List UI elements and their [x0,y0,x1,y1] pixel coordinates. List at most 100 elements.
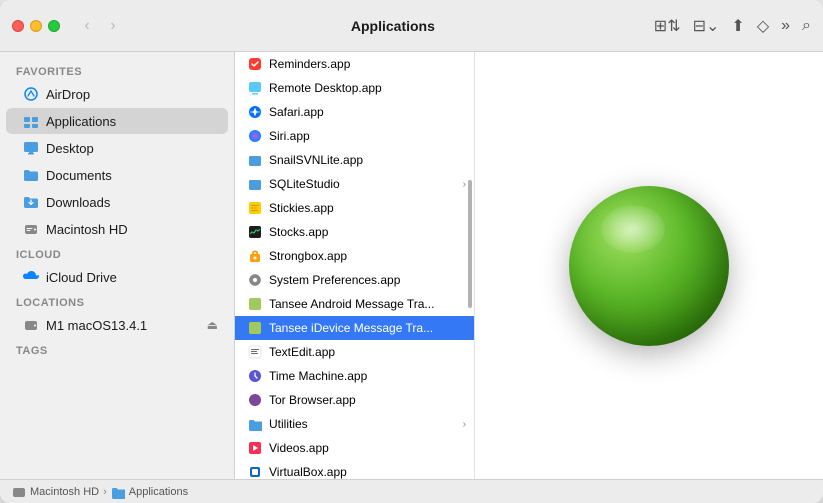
utilities-icon [247,416,263,432]
tansee-android-icon [247,296,263,312]
file-item-strongbox[interactable]: Strongbox.app [235,244,474,268]
sqlitestudio-label: SQLiteStudio [269,177,340,191]
zoom-button[interactable] [48,20,60,32]
file-item-utilities[interactable]: Utilities › [235,412,474,436]
scrollbar-thumb[interactable] [468,180,472,308]
more-icon[interactable]: » [781,17,790,35]
close-button[interactable] [12,20,24,32]
view-icon[interactable]: ⊞⇅ [654,16,681,36]
toolbar-actions: ⊞⇅ ⊟⌄ ⬆ ◇ » ⌕ [654,16,811,36]
file-item-stocks[interactable]: Stocks.app [235,220,474,244]
stickies-icon [247,200,263,216]
forward-button[interactable]: › [102,15,124,37]
file-item-system-preferences[interactable]: System Preferences.app [235,268,474,292]
share-icon[interactable]: ⬆ [731,16,744,36]
hd-icon [22,220,40,238]
documents-label: Documents [46,168,112,183]
eject-icon[interactable]: ⏏ [207,318,218,332]
tag-icon[interactable]: ◇ [757,16,769,36]
hd-bottom-icon [12,485,26,499]
file-item-sqlitestudio[interactable]: SQLiteStudio › [235,172,474,196]
breadcrumb-hd[interactable]: Macintosh HD [30,486,99,498]
sidebar-item-desktop[interactable]: Desktop [6,135,228,161]
downloads-icon [22,193,40,211]
sidebar-item-airdrop[interactable]: AirDrop [6,81,228,107]
traffic-lights [12,20,60,32]
minimize-button[interactable] [30,20,42,32]
reminders-icon [247,56,263,72]
airdrop-icon [22,85,40,103]
textedit-label: TextEdit.app [269,345,335,359]
group-icon[interactable]: ⊟⌄ [693,16,720,36]
file-item-tor-browser[interactable]: Tor Browser.app [235,388,474,412]
main-content: Favorites AirDrop [0,52,823,479]
tansee-idevice-label: Tansee iDevice Message Tra... [269,321,433,335]
file-item-siri[interactable]: Siri.app [235,124,474,148]
airdrop-label: AirDrop [46,87,90,102]
toolbar: ‹ › Applications ⊞⇅ ⊟⌄ ⬆ ◇ » ⌕ [0,0,823,52]
sidebar-item-documents[interactable]: Documents [6,162,228,188]
applications-label: Applications [46,114,116,129]
sidebar-item-downloads[interactable]: Downloads [6,189,228,215]
preview-pane: Open Show Package Contents Move to Trash… [475,52,823,479]
icloud-drive-label: iCloud Drive [46,270,117,285]
videos-icon [247,440,263,456]
nav-buttons: ‹ › [76,15,124,37]
downloads-label: Downloads [46,195,110,210]
virtualbox-icon [247,464,263,479]
file-item-safari[interactable]: Safari.app [235,100,474,124]
search-icon[interactable]: ⌕ [802,17,811,35]
sidebar-item-m1-macos[interactable]: M1 macOS13.4.1 ⏏ [6,312,228,338]
tags-header: Tags [0,339,234,359]
file-item-tansee-android[interactable]: Tansee Android Message Tra... [235,292,474,316]
remote-desktop-label: Remote Desktop.app [269,81,382,95]
snailsvn-label: SnailSVNLite.app [269,153,363,167]
siri-label: Siri.app [269,129,310,143]
file-item-remote-desktop[interactable]: Remote Desktop.app [235,76,474,100]
file-item-videos[interactable]: Videos.app [235,436,474,460]
m1-macos-label: M1 macOS13.4.1 [46,318,147,333]
sidebar-item-macintosh-hd[interactable]: Macintosh HD [6,216,228,242]
sqlitestudio-icon [247,176,263,192]
tansee-idevice-icon [247,320,263,336]
bottom-bar: Macintosh HD › Applications [0,479,823,503]
tor-browser-label: Tor Browser.app [269,393,356,407]
reminders-label: Reminders.app [269,57,350,71]
textedit-icon [247,344,263,360]
finder-window: ‹ › Applications ⊞⇅ ⊟⌄ ⬆ ◇ » ⌕ Favorites [0,0,823,503]
time-machine-label: Time Machine.app [269,369,367,383]
time-machine-icon [247,368,263,384]
breadcrumb-applications[interactable]: Applications [129,486,188,498]
app-icon-preview [569,186,729,346]
file-item-textedit[interactable]: TextEdit.app [235,340,474,364]
sidebar-item-applications[interactable]: Applications [6,108,228,134]
m1-icon [22,316,40,334]
videos-label: Videos.app [269,441,329,455]
icloud-icon [22,268,40,286]
icloud-header: iCloud [0,243,234,263]
system-preferences-icon [247,272,263,288]
file-item-stickies[interactable]: Stickies.app [235,196,474,220]
sidebar-item-icloud-drive[interactable]: iCloud Drive [6,264,228,290]
desktop-label: Desktop [46,141,94,156]
stocks-label: Stocks.app [269,225,328,239]
utilities-label: Utilities [269,417,308,431]
file-item-time-machine[interactable]: Time Machine.app [235,364,474,388]
file-item-reminders[interactable]: Reminders.app [235,52,474,76]
file-item-virtualbox[interactable]: VirtualBox.app [235,460,474,479]
file-item-tansee-idevice[interactable]: Tansee iDevice Message Tra... [235,316,474,340]
file-list: Reminders.app Remote Desktop.app Safari.… [235,52,475,479]
favorites-header: Favorites [0,60,234,80]
tansee-android-label: Tansee Android Message Tra... [269,297,434,311]
desktop-icon [22,139,40,157]
file-item-snailsvn[interactable]: SnailSVNLite.app [235,148,474,172]
back-button[interactable]: ‹ [76,15,98,37]
safari-icon [247,104,263,120]
scrollbar-track[interactable] [466,52,474,479]
sidebar: Favorites AirDrop [0,52,235,479]
virtualbox-label: VirtualBox.app [269,465,347,479]
tor-browser-icon [247,392,263,408]
window-title: Applications [132,18,654,34]
stickies-label: Stickies.app [269,201,334,215]
macintosh-hd-label: Macintosh HD [46,222,128,237]
